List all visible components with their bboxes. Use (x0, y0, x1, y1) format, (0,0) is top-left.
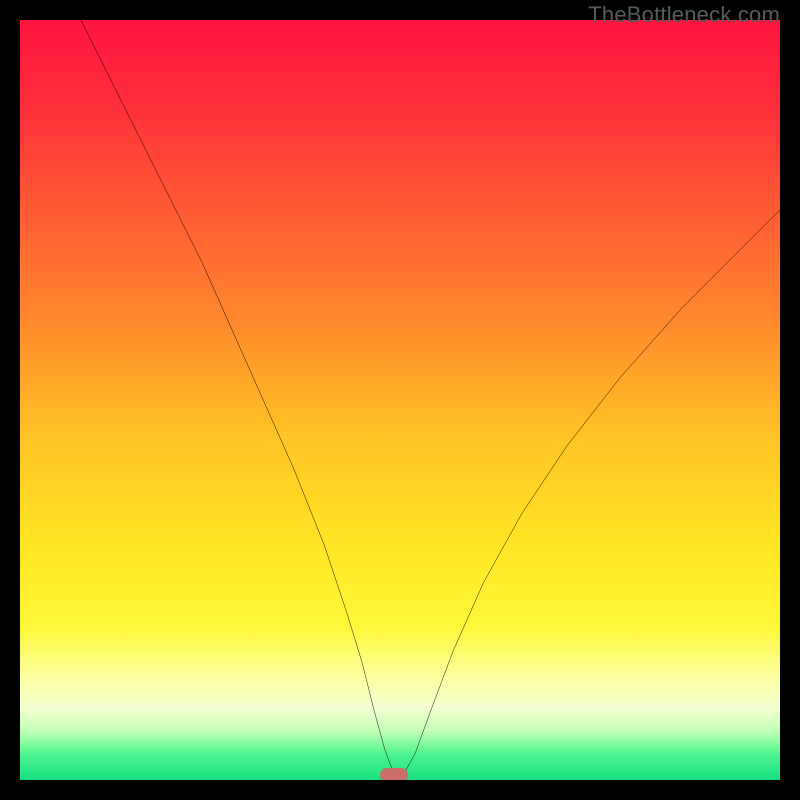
optimal-marker (380, 768, 408, 780)
plot-area (20, 20, 780, 780)
watermark-text: TheBottleneck.com (588, 2, 780, 28)
bottleneck-curve (20, 20, 780, 780)
chart-frame: TheBottleneck.com (0, 0, 800, 800)
